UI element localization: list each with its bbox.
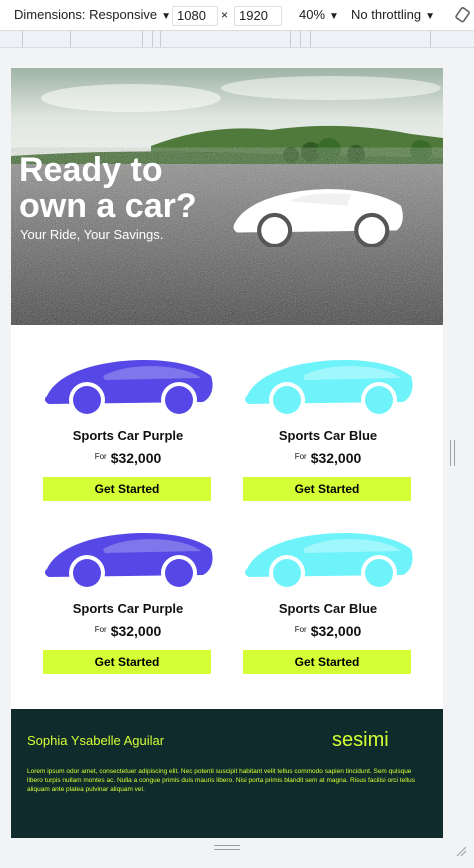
product-price: $32,000 [110, 450, 162, 466]
product-price: $32,000 [110, 623, 162, 639]
chevron-down-icon: ▼ [329, 11, 339, 22]
price-row: For $32,000 [243, 450, 413, 468]
product-card: Sports Car Blue For $32,000 Get Started [243, 531, 413, 681]
car-icon [44, 360, 213, 418]
product-card: Sports Car Purple For $32,000 Get Started [43, 358, 213, 508]
resize-handle-right[interactable] [450, 440, 456, 466]
chevron-down-icon: ▼ [161, 11, 171, 22]
price-row: For $32,000 [43, 450, 213, 468]
resize-corner-icon[interactable] [455, 845, 467, 857]
hero-section: Ready to own a car? Your Ride, Your Savi… [11, 68, 443, 325]
get-started-button[interactable]: Get Started [243, 650, 411, 674]
product-card: Sports Car Purple For $32,000 Get Started [43, 531, 213, 681]
product-name: Sports Car Purple [72, 428, 184, 443]
price-row: For $32,000 [43, 623, 213, 641]
width-input[interactable]: 1080 [172, 6, 218, 26]
dimensions-dropdown[interactable]: Dimensions: Responsive ▼ [14, 0, 171, 30]
devtools-toolbar: Dimensions: Responsive ▼ 1080 × 1920 40% ▼… [0, 0, 474, 31]
get-started-button[interactable]: Get Started [43, 650, 211, 674]
resize-handle-bottom[interactable] [214, 845, 240, 851]
car-icon [44, 533, 213, 591]
throttling-dropdown[interactable]: No throttling ▼ [351, 0, 435, 30]
footer-author: Sophia Ysabelle Aguilar [27, 733, 165, 748]
media-query-ruler [0, 31, 474, 48]
price-prefix: For [94, 452, 107, 461]
footer-description: Lorem ipsum odor amet, consectetuer adip… [27, 768, 415, 793]
height-input[interactable]: 1920 [234, 6, 282, 26]
get-started-button[interactable]: Get Started [43, 477, 211, 501]
product-card: Sports Car Blue For $32,000 Get Started [243, 358, 413, 508]
footer-brand-logo: sesimi [332, 729, 389, 751]
rotate-icon[interactable] [454, 0, 474, 30]
chevron-down-icon: ▼ [425, 11, 435, 22]
price-prefix: For [94, 625, 107, 634]
price-prefix: For [294, 625, 307, 634]
zoom-dropdown[interactable]: 40% ▼ [299, 0, 339, 30]
product-name: Sports Car Purple [72, 601, 184, 616]
car-icon [244, 360, 413, 418]
car-icon [244, 533, 413, 591]
hero-title: Ready to own a car? [19, 151, 197, 225]
times-icon: × [221, 8, 229, 22]
dimensions-label: Dimensions: Responsive [14, 7, 158, 22]
get-started-button[interactable]: Get Started [243, 477, 411, 501]
product-price: $32,000 [310, 450, 362, 466]
product-name: Sports Car Blue [278, 428, 378, 443]
car-silhouette-icon [233, 189, 403, 247]
product-grid: Sports Car Purple For $32,000 Get Started… [11, 325, 443, 709]
hero-subtitle: Your Ride, Your Savings. [20, 227, 164, 242]
product-name: Sports Car Blue [278, 601, 378, 616]
device-viewport: Ready to own a car? Your Ride, Your Savi… [11, 68, 443, 838]
footer: Sophia Ysabelle Aguilar sesimi Lorem ips… [11, 709, 443, 838]
price-prefix: For [294, 452, 307, 461]
zoom-label: 40% [299, 7, 326, 22]
throttling-label: No throttling [351, 7, 422, 22]
product-price: $32,000 [310, 623, 362, 639]
price-row: For $32,000 [243, 623, 413, 641]
